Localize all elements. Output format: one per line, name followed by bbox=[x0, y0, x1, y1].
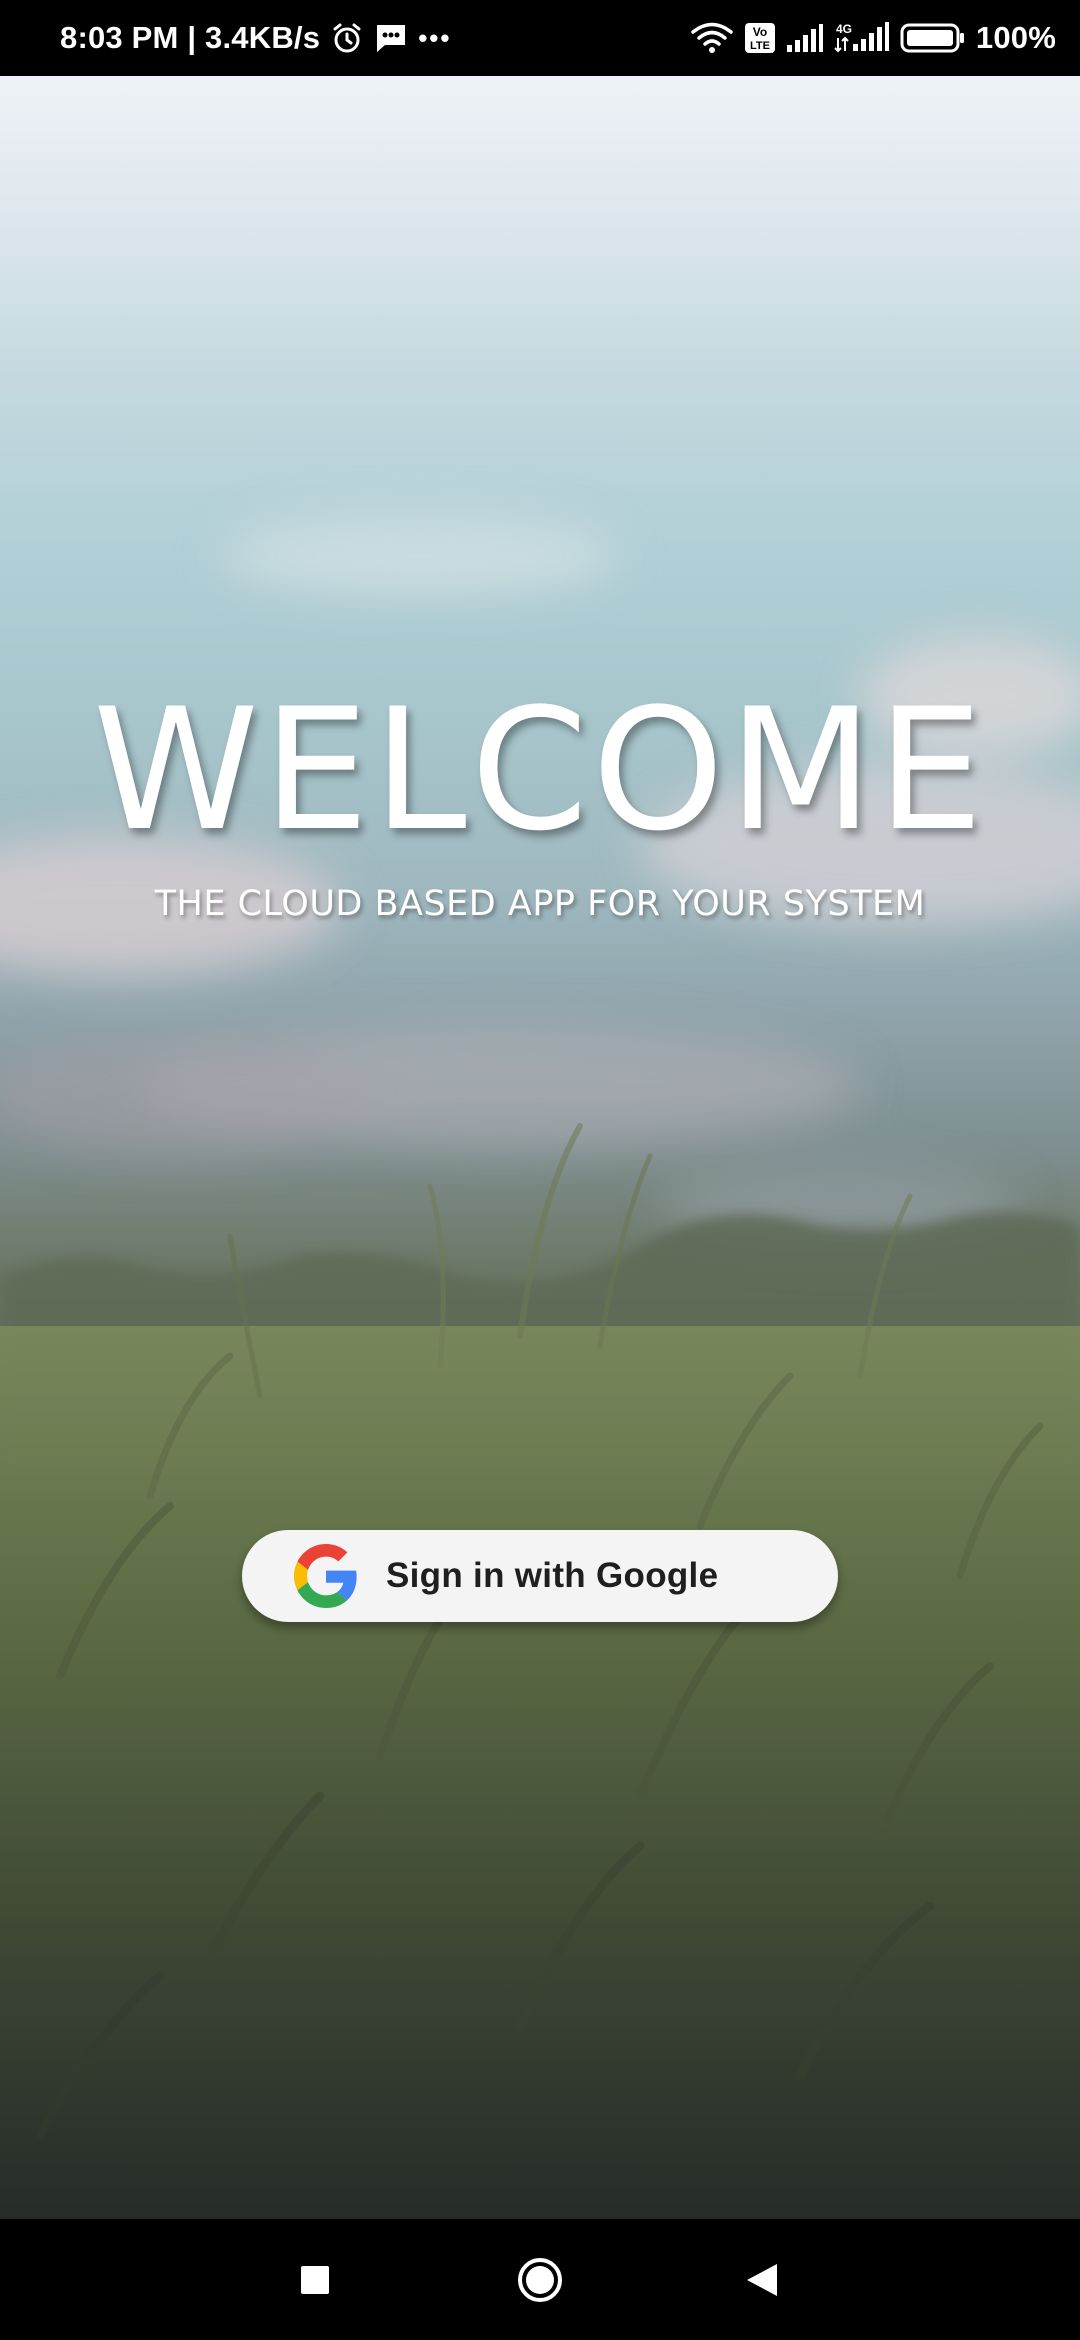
screen: 8:03 PM | 3.4KB/s ••• Vo LTE 4G 100% WEL… bbox=[0, 0, 1080, 2340]
more-dots-icon: ••• bbox=[418, 22, 452, 53]
navigation-bar bbox=[0, 2219, 1080, 2340]
status-bar: 8:03 PM | 3.4KB/s ••• Vo LTE 4G 100% bbox=[0, 0, 1080, 76]
google-sign-in-button[interactable]: Sign in with Google bbox=[242, 1530, 838, 1622]
status-right: Vo LTE 4G 100% bbox=[690, 20, 1056, 56]
message-icon bbox=[374, 22, 408, 54]
4g-signal-icon: 4G bbox=[834, 21, 890, 55]
welcome-title: WELCOME bbox=[92, 672, 988, 868]
status-left: 8:03 PM | 3.4KB/s ••• bbox=[60, 20, 452, 56]
google-logo-icon bbox=[294, 1544, 358, 1608]
volte-label-bottom: LTE bbox=[750, 40, 770, 52]
recents-square-icon[interactable] bbox=[300, 2265, 330, 2295]
background-landscape bbox=[0, 76, 1080, 2219]
volte-icon: Vo LTE bbox=[744, 21, 776, 55]
wifi-icon bbox=[690, 21, 734, 55]
clouds bbox=[0, 516, 1080, 1246]
signal-icon bbox=[786, 23, 824, 53]
status-time-speed: 8:03 PM | 3.4KB/s bbox=[60, 20, 321, 55]
scene-illustration bbox=[0, 516, 1080, 2219]
google-sign-in-label: Sign in with Google bbox=[386, 1556, 719, 1595]
alarm-icon bbox=[330, 21, 364, 55]
volte-label-top: Vo bbox=[753, 25, 767, 39]
battery-icon bbox=[900, 22, 966, 54]
battery-percent: 100% bbox=[975, 20, 1056, 55]
welcome-subtitle: THE CLOUD BASED APP FOR YOUR SYSTEM bbox=[154, 884, 926, 924]
back-triangle-icon[interactable] bbox=[745, 2262, 779, 2298]
network-label: 4G bbox=[836, 22, 852, 36]
home-circle-icon[interactable] bbox=[516, 2256, 564, 2304]
